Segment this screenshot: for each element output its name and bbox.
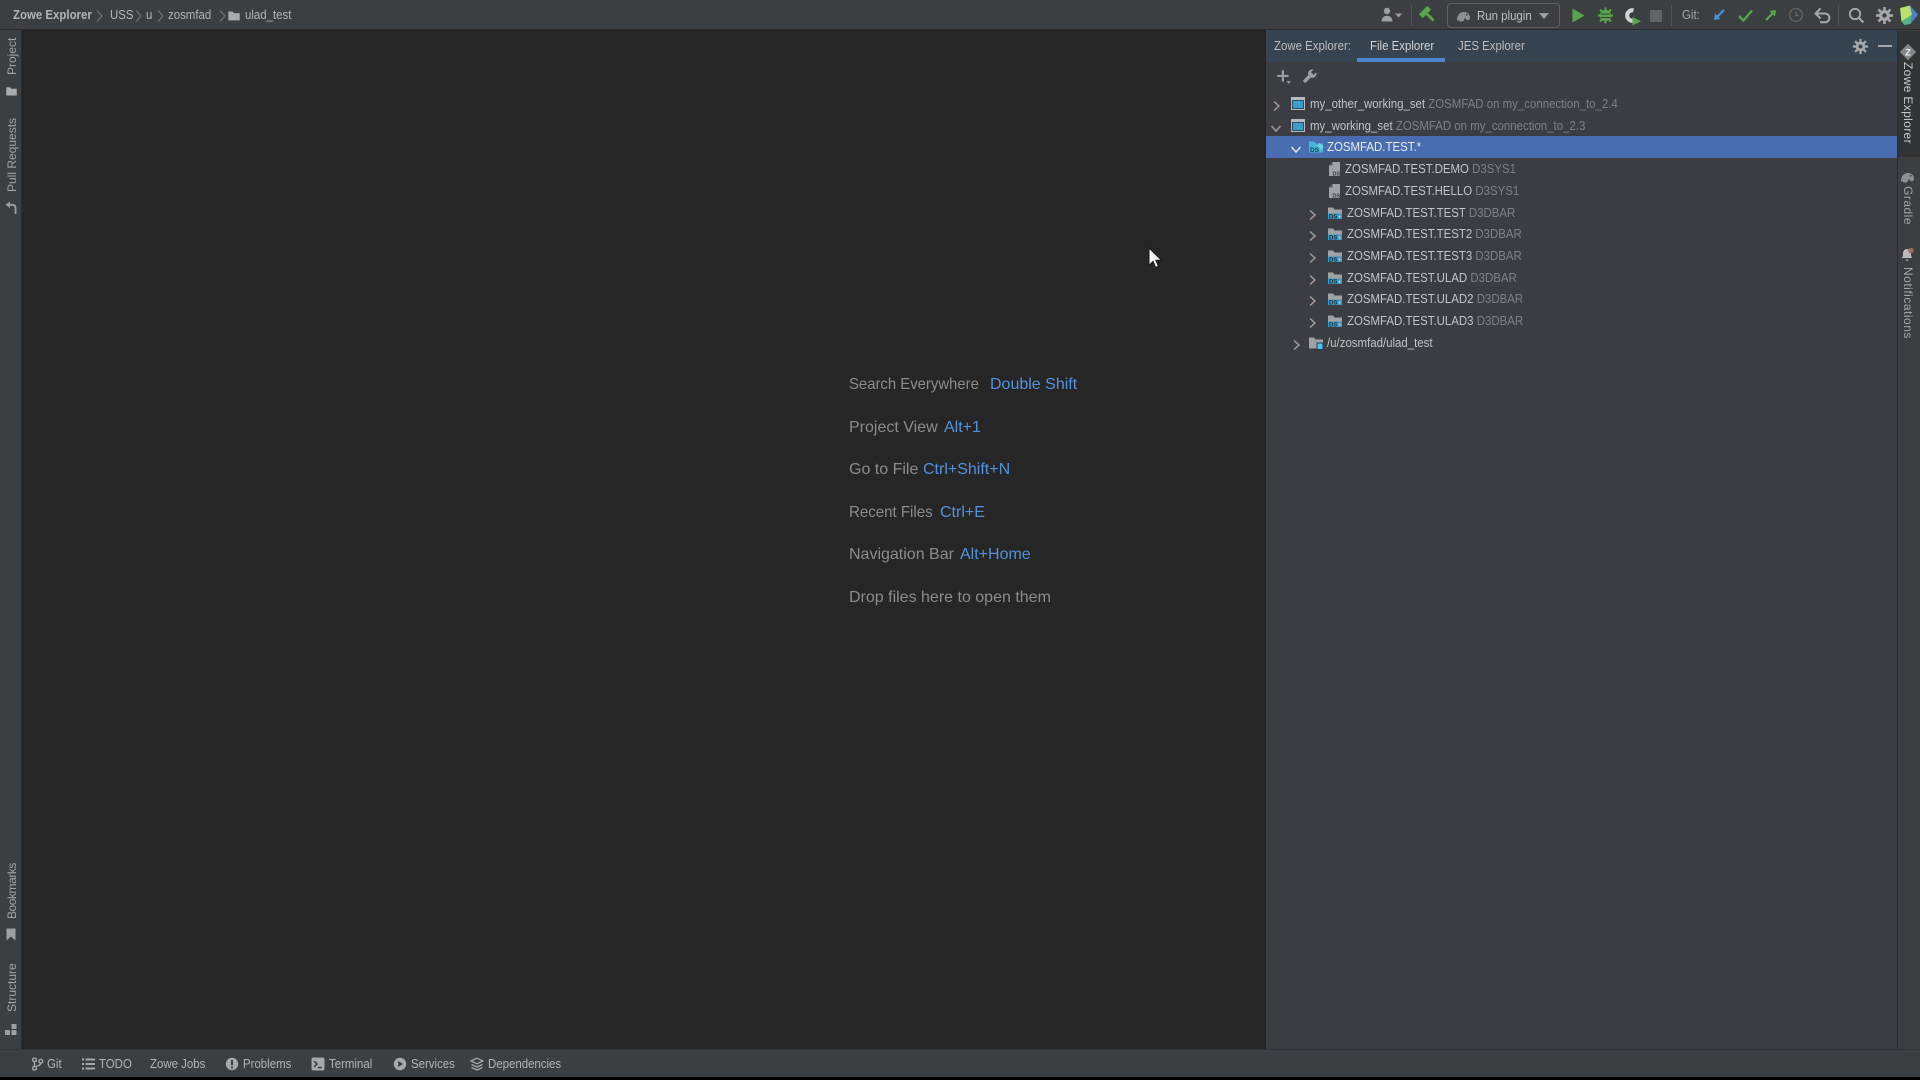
svg-text:DS: DS — [1329, 279, 1337, 285]
svg-text:DS: DS — [1329, 258, 1337, 264]
svg-text:DS: DS — [1329, 214, 1337, 220]
svg-text:DS: DS — [1329, 301, 1337, 307]
svg-text:DS: DS — [1333, 193, 1341, 199]
svg-text:DS: DS — [1329, 323, 1337, 329]
svg-text:DS: DS — [1333, 172, 1341, 178]
svg-text:DS: DS — [1329, 236, 1337, 242]
svg-text:Z: Z — [1905, 47, 1911, 58]
svg-text:DS: DS — [1310, 147, 1320, 154]
